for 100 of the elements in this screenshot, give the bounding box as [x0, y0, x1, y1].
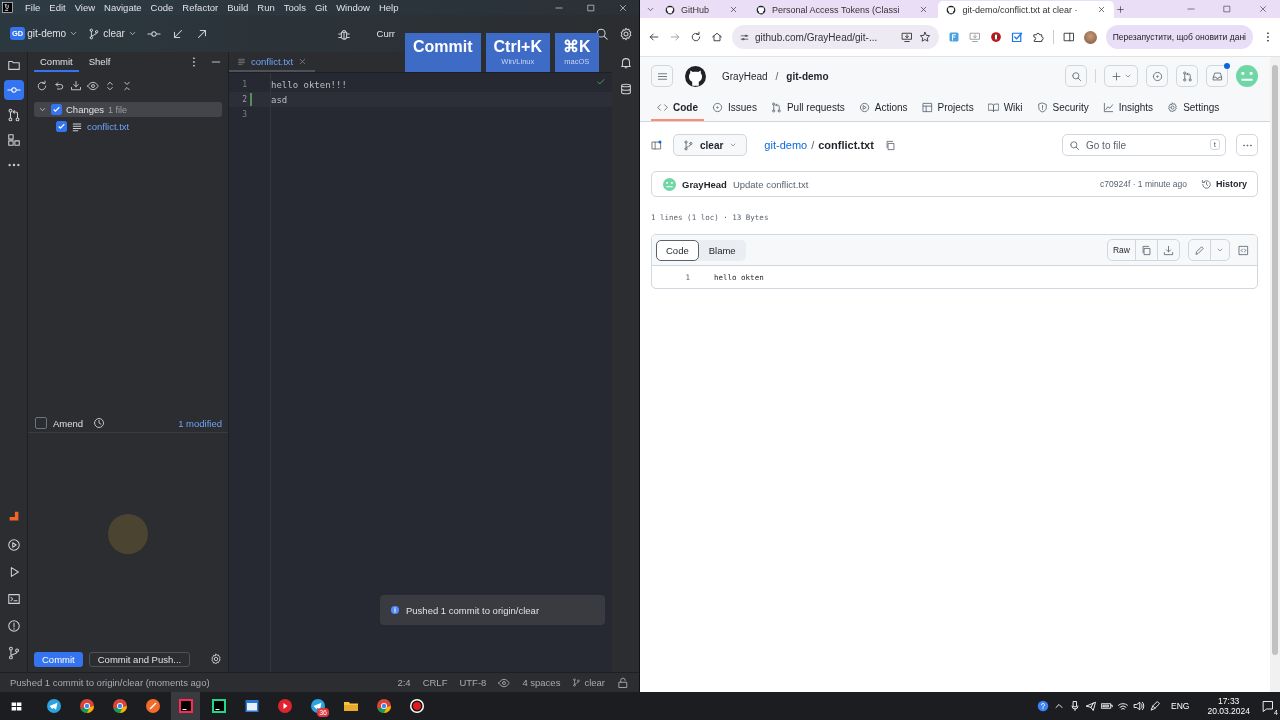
- repo-tab[interactable]: Security: [1030, 95, 1095, 121]
- menu-item[interactable]: Edit: [49, 2, 66, 13]
- close-icon[interactable]: [298, 56, 308, 66]
- status-item[interactable]: 2:4: [397, 677, 411, 688]
- new-tab-icon[interactable]: [1116, 4, 1126, 14]
- menu-icon[interactable]: [656, 70, 668, 82]
- microphone-icon[interactable]: [1069, 700, 1082, 712]
- status-item[interactable]: UTF-8: [459, 677, 487, 688]
- profile-avatar[interactable]: [1083, 30, 1097, 44]
- checkbox[interactable]: [35, 417, 47, 429]
- branch-button[interactable]: clear: [673, 134, 748, 156]
- database-icon[interactable]: [618, 82, 633, 96]
- pencil-icon[interactable]: [1194, 244, 1205, 256]
- menu-item[interactable]: Tools: [283, 2, 306, 13]
- repo-tab[interactable]: Code: [651, 95, 704, 121]
- maximize-icon[interactable]: [586, 2, 596, 13]
- close-icon[interactable]: [1097, 5, 1107, 14]
- run-configuration[interactable]: Curr: [376, 28, 395, 39]
- file-tree-icon[interactable]: [651, 139, 662, 151]
- download-icon[interactable]: [1163, 244, 1174, 256]
- bell-icon[interactable]: [618, 56, 633, 70]
- sidebar-icon[interactable]: [1062, 31, 1075, 43]
- project-selector[interactable]: git-demo: [27, 28, 79, 39]
- clock-time[interactable]: 17:33: [1218, 696, 1240, 706]
- rollback-icon[interactable]: [53, 80, 65, 92]
- tool-window-button[interactable]: [3, 80, 24, 100]
- browser-tab[interactable]: Personal Access Tokens (Classi: [748, 1, 937, 18]
- home-icon[interactable]: [711, 31, 723, 43]
- star-icon[interactable]: [918, 31, 931, 43]
- tree-row[interactable]: Changes 1 file: [34, 102, 222, 117]
- refresh-icon[interactable]: [36, 80, 48, 92]
- copy-icon[interactable]: [1141, 244, 1152, 256]
- extension-icon[interactable]: [989, 31, 1002, 43]
- commit-and-push-button[interactable]: Commit and Push...: [88, 651, 191, 667]
- modified-link[interactable]: 1 modified: [178, 417, 222, 429]
- repo-tab[interactable]: Actions: [852, 95, 914, 121]
- checkbox[interactable]: [56, 121, 67, 132]
- menu-item[interactable]: View: [74, 2, 96, 13]
- maximize-icon[interactable]: [1222, 4, 1232, 14]
- menu-item[interactable]: Help: [378, 2, 399, 13]
- owner-link[interactable]: GrayHead: [722, 70, 768, 82]
- repo-tab[interactable]: Insights: [1096, 95, 1160, 121]
- inbox-icon[interactable]: [1211, 70, 1223, 82]
- view-tab[interactable]: Blame: [698, 239, 746, 261]
- clock-icon[interactable]: [93, 417, 106, 429]
- menu-item[interactable]: Run: [257, 2, 275, 13]
- scrollbar[interactable]: [1272, 65, 1278, 655]
- close-icon[interactable]: [618, 2, 628, 13]
- volume-icon[interactable]: [1133, 700, 1146, 712]
- menu-item[interactable]: File: [25, 2, 41, 13]
- help-icon[interactable]: [1037, 700, 1050, 712]
- tab[interactable]: Shelf: [82, 52, 117, 72]
- expand-icon[interactable]: [104, 80, 116, 92]
- file-name[interactable]: conflict.txt: [87, 121, 130, 132]
- clock-date[interactable]: 20.03.2024: [1207, 706, 1250, 716]
- search-icon[interactable]: [1070, 70, 1082, 82]
- menu-item[interactable]: Code: [150, 2, 174, 13]
- copy-icon[interactable]: [884, 139, 896, 151]
- install-icon[interactable]: [900, 31, 913, 43]
- repo-tab[interactable]: Settings: [1161, 95, 1226, 121]
- paper-plane-icon[interactable]: [1085, 700, 1098, 712]
- menu-item[interactable]: Build: [227, 2, 249, 13]
- start-icon[interactable]: [10, 699, 23, 713]
- menu-item[interactable]: Window: [336, 2, 370, 13]
- tab[interactable]: Commit: [34, 52, 79, 72]
- checkbox[interactable]: [51, 104, 62, 115]
- menu-item[interactable]: Navigate: [104, 2, 142, 13]
- pull-request-icon[interactable]: [1181, 70, 1193, 82]
- close-icon[interactable]: [729, 5, 738, 14]
- reload-icon[interactable]: [690, 31, 702, 43]
- notification-icon[interactable]: [1262, 700, 1274, 712]
- settings-icon[interactable]: [210, 653, 222, 665]
- indent-setting[interactable]: 4 spaces: [522, 677, 561, 688]
- search-icon[interactable]: [595, 26, 609, 41]
- commit-meta[interactable]: c70924f · 1 minute ago: [1100, 179, 1187, 189]
- ide-logo-icon[interactable]: [2, 2, 13, 13]
- plus-icon[interactable]: [1110, 70, 1122, 82]
- branch-icon[interactable]: [6, 646, 21, 660]
- puzzle-icon[interactable]: [1031, 31, 1044, 43]
- repo-tab[interactable]: Issues: [706, 95, 763, 121]
- pen-icon[interactable]: [1149, 700, 1162, 712]
- issue-icon[interactable]: [1151, 70, 1163, 82]
- lock-icon[interactable]: [617, 676, 629, 689]
- update-button[interactable]: Перезапустити, щоб оновити дані: [1105, 25, 1253, 49]
- settings-icon[interactable]: [619, 26, 633, 41]
- status-item[interactable]: CRLF: [422, 677, 448, 688]
- language-indicator[interactable]: ENG: [1171, 701, 1190, 711]
- close-icon[interactable]: [1258, 4, 1268, 14]
- wifi-icon[interactable]: [1117, 700, 1130, 712]
- terminal-icon[interactable]: [6, 592, 21, 606]
- repo-link[interactable]: git-demo: [786, 70, 829, 82]
- address-bar[interactable]: github.com/GrayHead/git-...: [732, 25, 939, 49]
- checkbox-icon[interactable]: [1010, 31, 1023, 43]
- repo-tab[interactable]: Projects: [915, 95, 980, 121]
- services-icon[interactable]: [6, 538, 21, 552]
- eye-icon[interactable]: [498, 676, 511, 689]
- history-button[interactable]: History: [1201, 178, 1247, 190]
- back-icon[interactable]: [648, 31, 660, 43]
- eye-icon[interactable]: [87, 80, 99, 92]
- browser-tab[interactable]: GitHub: [657, 1, 746, 18]
